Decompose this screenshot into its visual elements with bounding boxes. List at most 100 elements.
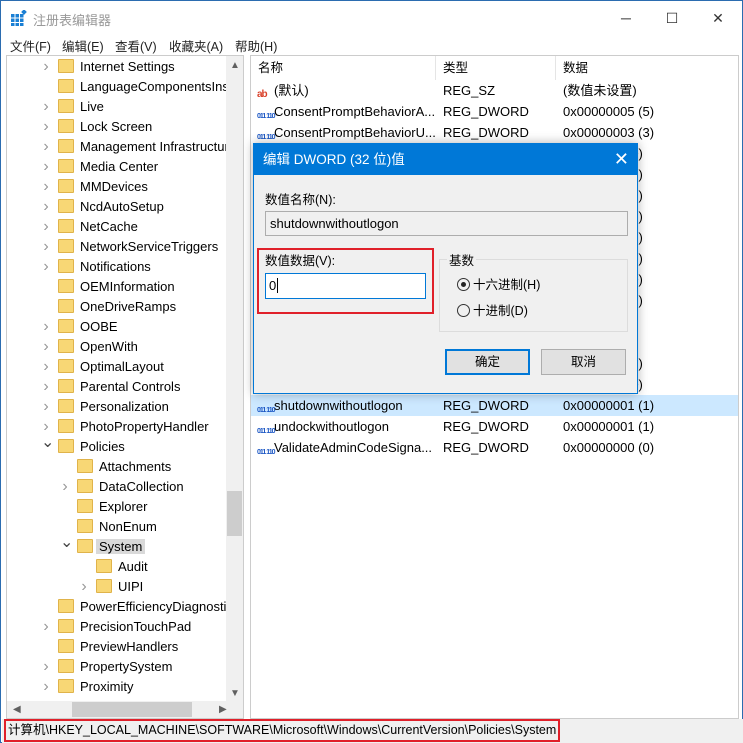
menu-help[interactable]: 帮助(H) bbox=[235, 36, 277, 55]
expand-arrow-icon[interactable]: › bbox=[41, 197, 51, 217]
expand-arrow-icon[interactable]: › bbox=[41, 617, 51, 637]
tree-horizontal-scrollbar[interactable]: ◀ ▶ bbox=[7, 701, 243, 718]
tree-item[interactable]: › Notifications bbox=[43, 257, 154, 277]
tree-item[interactable]: › Lock Screen bbox=[43, 117, 155, 137]
expand-arrow-icon[interactable]: › bbox=[79, 577, 89, 597]
tree-vertical-scrollbar[interactable]: ▲ ▼ bbox=[226, 56, 243, 702]
value-row[interactable]: 011 110shutdownwithoutlogon REG_DWORD 0x00… bbox=[251, 395, 738, 416]
tree-item[interactable]: › Internet Settings bbox=[43, 57, 178, 77]
expand-arrow-icon[interactable]: › bbox=[41, 217, 51, 237]
close-button[interactable]: ✕ bbox=[695, 1, 741, 35]
scroll-up-icon[interactable]: ▲ bbox=[230, 60, 240, 71]
expand-arrow-icon[interactable]: › bbox=[41, 177, 51, 197]
expand-arrow-icon[interactable]: › bbox=[41, 657, 51, 677]
value-row[interactable]: 011 110ConsentPromptBehaviorU... REG_DWOR… bbox=[251, 122, 738, 143]
tree-item[interactable]: › MMDevices bbox=[43, 177, 151, 197]
tree-item[interactable]: Explorer bbox=[77, 497, 150, 517]
expand-arrow-icon[interactable]: › bbox=[41, 337, 51, 357]
tree-item[interactable]: › Parental Controls bbox=[43, 377, 183, 397]
tree-item[interactable]: LanguageComponentsInst bbox=[58, 77, 236, 97]
ok-button[interactable]: 确定 bbox=[445, 349, 530, 375]
expand-arrow-icon[interactable]: › bbox=[41, 317, 51, 337]
collapse-arrow-icon[interactable]: ⌄ bbox=[41, 433, 54, 453]
title-bar: 注册表编辑器 ─ ☐ ✕ bbox=[1, 1, 742, 35]
expand-arrow-icon[interactable]: › bbox=[41, 57, 51, 77]
value-row[interactable]: 011 110undockwithoutlogon REG_DWORD 0x0000… bbox=[251, 416, 738, 437]
cancel-button[interactable]: 取消 bbox=[541, 349, 626, 375]
expand-arrow-icon[interactable]: › bbox=[41, 397, 51, 417]
expand-arrow-icon[interactable]: › bbox=[41, 377, 51, 397]
tree-item[interactable]: OneDriveRamps bbox=[58, 297, 179, 317]
expand-arrow-icon[interactable]: › bbox=[60, 477, 70, 497]
value-name: (默认) bbox=[274, 83, 309, 98]
tree-item[interactable]: › PhotoPropertyHandler bbox=[43, 417, 212, 437]
tree-item[interactable]: › DataCollection bbox=[62, 477, 187, 497]
minimize-button[interactable]: ─ bbox=[603, 1, 649, 35]
dialog-close-icon[interactable]: ✕ bbox=[614, 144, 629, 175]
scroll-right-icon[interactable]: ▶ bbox=[219, 704, 227, 715]
folder-icon bbox=[58, 659, 74, 673]
expand-arrow-icon[interactable]: › bbox=[41, 137, 51, 157]
tree-item[interactable]: Audit bbox=[96, 557, 151, 577]
tree-item[interactable]: › Media Center bbox=[43, 157, 161, 177]
tree-item[interactable]: › UIPI bbox=[81, 577, 146, 597]
tree-item[interactable]: › Management Infrastructur bbox=[43, 137, 232, 157]
tree-item[interactable]: PowerEfficiencyDiagnostic bbox=[58, 597, 236, 617]
value-data-cell: (数值未设置) bbox=[563, 83, 637, 98]
tree-item[interactable]: › PrecisionTouchPad bbox=[43, 617, 194, 637]
tree-item[interactable]: › Proximity bbox=[43, 677, 136, 697]
tree-item[interactable]: OEMInformation bbox=[58, 277, 178, 297]
tree-item[interactable]: › OOBE bbox=[43, 317, 121, 337]
tree-item[interactable]: › NetworkServiceTriggers bbox=[43, 237, 221, 257]
tree-horizontal-scroll-thumb[interactable] bbox=[72, 702, 192, 717]
menu-bar: 文件(F) 编辑(E) 查看(V) 收藏夹(A) 帮助(H) bbox=[1, 35, 742, 55]
value-name-field[interactable]: shutdownwithoutlogon bbox=[265, 211, 628, 236]
tree-item[interactable]: › Personalization bbox=[43, 397, 172, 417]
value-row[interactable]: ab (默认) REG_SZ (数值未设置) bbox=[251, 80, 738, 101]
scroll-down-icon[interactable]: ▼ bbox=[230, 688, 240, 699]
tree-item[interactable]: NonEnum bbox=[77, 517, 160, 537]
menu-view[interactable]: 查看(V) bbox=[115, 36, 157, 55]
tree-vertical-scroll-thumb[interactable] bbox=[227, 491, 242, 536]
value-row[interactable]: 011 110ValidateAdminCodeSigna... REG_DWOR… bbox=[251, 437, 738, 458]
folder-icon bbox=[58, 359, 74, 373]
expand-arrow-icon[interactable]: › bbox=[41, 117, 51, 137]
expand-arrow-icon[interactable]: › bbox=[41, 357, 51, 377]
value-row[interactable]: 011 110ConsentPromptBehaviorA... REG_DWOR… bbox=[251, 101, 738, 122]
scroll-left-icon[interactable]: ◀ bbox=[13, 704, 21, 715]
decimal-radio[interactable]: 十进制(D) bbox=[457, 304, 528, 318]
tree-item[interactable]: PreviewHandlers bbox=[58, 637, 181, 657]
folder-icon bbox=[58, 139, 74, 153]
tree-item-label: MMDevices bbox=[80, 179, 148, 194]
menu-file[interactable]: 文件(F) bbox=[10, 36, 51, 55]
value-data-input[interactable]: 0 bbox=[265, 273, 426, 299]
expand-arrow-icon[interactable]: › bbox=[41, 677, 51, 697]
tree-item[interactable]: › OptimalLayout bbox=[43, 357, 167, 377]
collapse-arrow-icon[interactable]: ⌄ bbox=[60, 533, 73, 553]
tree-item[interactable]: › NcdAutoSetup bbox=[43, 197, 167, 217]
folder-icon bbox=[77, 519, 93, 533]
column-header-type[interactable]: 类型 bbox=[436, 56, 556, 80]
menu-edit[interactable]: 编辑(E) bbox=[62, 36, 104, 55]
column-header-name[interactable]: 名称 bbox=[251, 56, 436, 80]
tree-item-label: Media Center bbox=[80, 159, 159, 174]
expand-arrow-icon[interactable]: › bbox=[41, 157, 51, 177]
value-name-label: 数值名称(N): bbox=[265, 193, 336, 207]
string-value-icon: ab bbox=[257, 89, 268, 100]
tree-item[interactable]: ⌄ Policies bbox=[41, 434, 128, 457]
expand-arrow-icon[interactable]: › bbox=[41, 97, 51, 117]
maximize-button[interactable]: ☐ bbox=[649, 1, 695, 35]
value-data-label: 数值数据(V): bbox=[265, 254, 336, 268]
hex-radio[interactable]: 十六进制(H) bbox=[457, 278, 540, 292]
tree-item[interactable]: › NetCache bbox=[43, 217, 141, 237]
column-header-data[interactable]: 数据 bbox=[556, 56, 738, 80]
tree-item[interactable]: › PropertySystem bbox=[43, 657, 175, 677]
tree-item[interactable]: Attachments bbox=[77, 457, 174, 477]
expand-arrow-icon[interactable]: › bbox=[41, 257, 51, 277]
expand-arrow-icon[interactable]: › bbox=[41, 237, 51, 257]
tree-item-label: OptimalLayout bbox=[80, 359, 164, 374]
menu-favorites[interactable]: 收藏夹(A) bbox=[169, 36, 223, 55]
tree-item[interactable]: › Live bbox=[43, 97, 107, 117]
tree-item[interactable]: › OpenWith bbox=[43, 337, 141, 357]
tree-item[interactable]: ⌄ System bbox=[60, 534, 146, 557]
